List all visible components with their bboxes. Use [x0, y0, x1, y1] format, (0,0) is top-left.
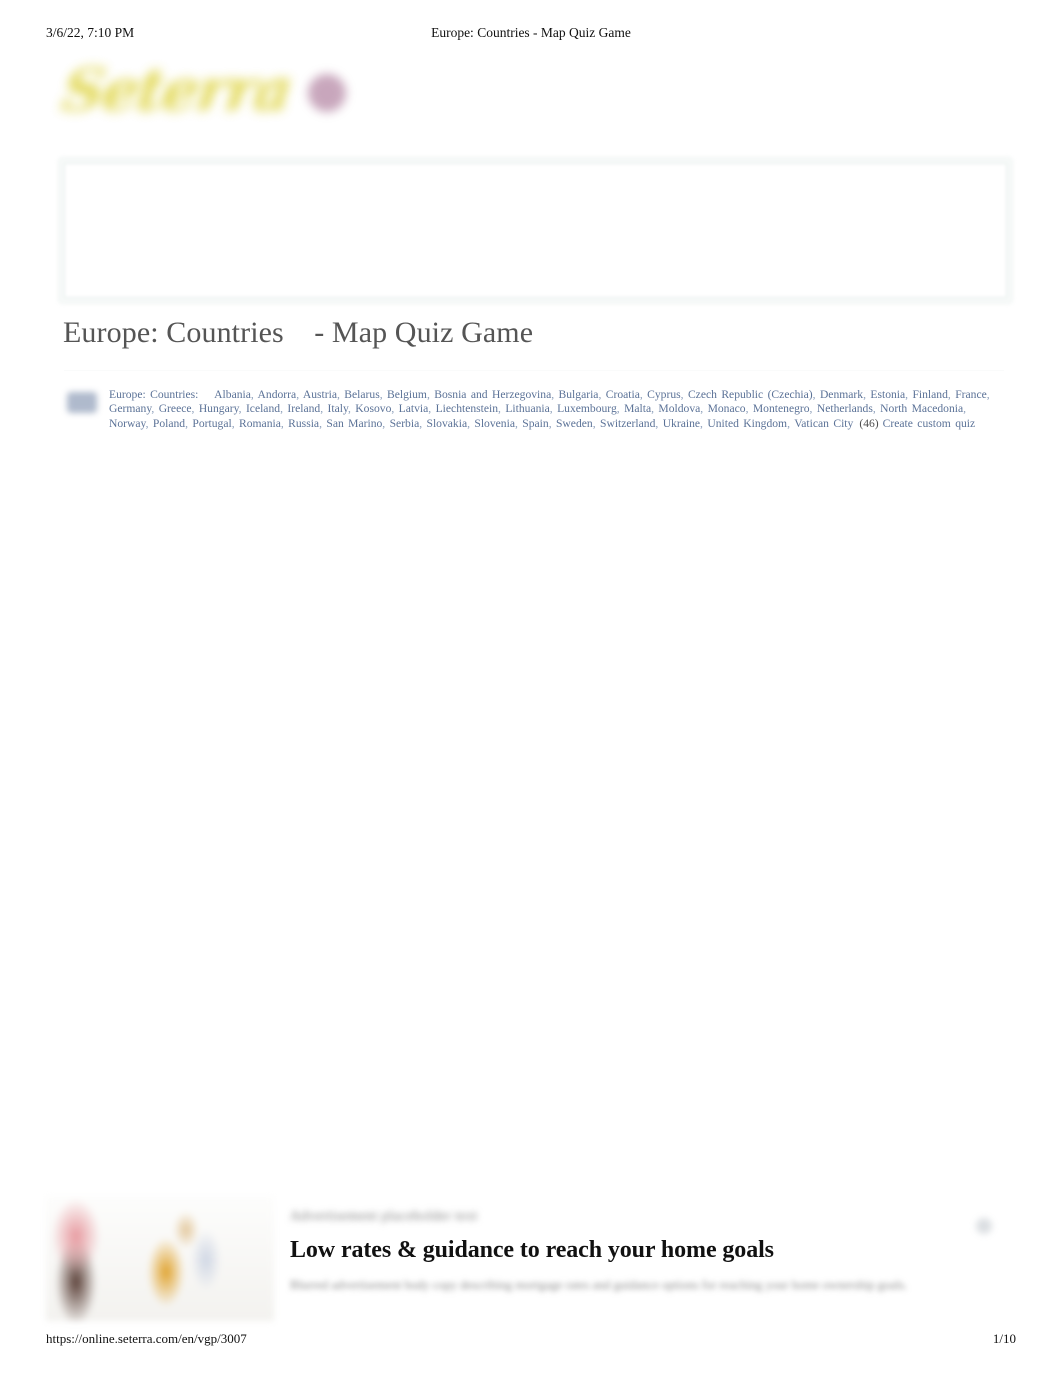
country-separator: , [548, 416, 556, 430]
country-link[interactable]: Estonia [870, 388, 905, 401]
country-link[interactable]: Hungary [199, 402, 239, 415]
country-link[interactable]: Ireland [287, 402, 320, 415]
page-title: Europe: Countries - Map Quiz Game [63, 316, 534, 349]
country-separator: , [745, 402, 753, 416]
logo-badge-icon [308, 74, 347, 112]
country-count: (46) [859, 416, 879, 430]
ad-headline[interactable]: Low rates & guidance to reach your home … [290, 1237, 1016, 1264]
country-link[interactable]: Bosnia and Herzegovina [434, 388, 551, 401]
country-link[interactable]: Bulgaria [559, 388, 599, 401]
country-link[interactable]: Vatican City [794, 417, 853, 430]
top-banner-ad-slot[interactable] [64, 163, 1007, 298]
country-link[interactable]: Albania [214, 388, 251, 401]
country-link[interactable]: Montenegro [753, 402, 810, 415]
ad-description: Blurred advertisement body copy describi… [290, 1278, 908, 1292]
ad-eyebrow: Advertisement placeholder text [290, 1209, 478, 1224]
country-link[interactable]: Malta [624, 402, 651, 415]
country-link[interactable]: Sweden [556, 417, 593, 430]
print-header: 3/6/22, 7:10 PM Europe: Countries - Map … [0, 22, 1062, 44]
country-separator: , [379, 388, 388, 401]
country-separator: , [986, 388, 990, 401]
country-link[interactable]: Czech Republic (Czechia) [688, 388, 813, 401]
country-separator: , [963, 402, 967, 416]
country-link[interactable]: United Kingdom [707, 417, 787, 430]
country-link[interactable]: North Macedonia [880, 402, 963, 415]
ad-info-icon[interactable] [976, 1218, 992, 1234]
country-link[interactable]: San Marino [326, 417, 382, 430]
country-link[interactable]: Belgium [387, 388, 427, 401]
country-link[interactable]: Portugal [192, 417, 231, 430]
title-divider [64, 370, 1004, 371]
country-link[interactable]: Croatia [606, 388, 640, 401]
country-separator: , [151, 402, 159, 416]
country-list-label: Europe: Countries: [109, 388, 199, 401]
country-link[interactable]: Slovenia [474, 417, 515, 430]
country-link[interactable]: Moldova [658, 402, 700, 415]
country-link[interactable]: Lithuania [505, 402, 549, 415]
page-content: Seterra Europe: Countries - Map Quiz Gam… [0, 48, 1062, 1321]
country-link[interactable]: Luxembourg [557, 402, 617, 415]
ad-image [46, 1196, 274, 1321]
country-link[interactable]: Romania [239, 417, 281, 430]
country-link[interactable]: Denmark [820, 388, 863, 401]
country-separator: , [616, 402, 625, 416]
country-link[interactable]: Monaco [708, 402, 746, 415]
country-separator: , [680, 388, 688, 401]
country-links: Europe: Countries: Albania, Andorra, Aus… [109, 388, 1008, 431]
country-link[interactable]: Greece [159, 402, 192, 415]
map-canvas-region[interactable] [0, 448, 1062, 1148]
print-url: https://online.seterra.com/en/vgp/3007 [46, 1331, 247, 1346]
country-separator: , [391, 402, 399, 416]
country-link[interactable]: Slovakia [427, 417, 468, 430]
country-link[interactable]: Poland [153, 417, 185, 430]
print-page-number: 1/10 [992, 1331, 1016, 1346]
country-link[interactable]: Netherlands [817, 402, 873, 415]
country-separator: , [551, 388, 559, 401]
country-separator: , [655, 416, 663, 430]
country-link[interactable]: Liechtenstein [436, 402, 498, 415]
ad-body: Advertisement placeholder text Low rates… [274, 1196, 1016, 1295]
country-link[interactable]: Latvia [399, 402, 429, 415]
country-separator: , [419, 416, 427, 430]
country-link[interactable]: Cyprus [647, 388, 681, 401]
seterra-wordmark: Seterra [58, 56, 295, 124]
print-footer: https://online.seterra.com/en/vgp/3007 1… [0, 1331, 1062, 1351]
country-separator: , [812, 388, 820, 401]
country-link[interactable]: Finland [912, 388, 947, 401]
country-separator: , [382, 416, 390, 430]
country-link[interactable]: Serbia [390, 417, 420, 430]
country-link[interactable]: Belarus [344, 388, 379, 401]
europe-flag-icon [67, 392, 97, 413]
country-separator: , [145, 416, 153, 430]
country-separator: , [700, 402, 708, 416]
country-link[interactable]: Austria [303, 388, 337, 401]
country-link[interactable]: Spain [522, 417, 548, 430]
country-separator: , [238, 402, 246, 416]
country-separator: , [231, 416, 239, 430]
country-link[interactable]: Ukraine [663, 417, 700, 430]
site-logo[interactable]: Seterra [58, 56, 347, 124]
country-separator: , [191, 402, 199, 416]
country-link[interactable]: Italy [328, 402, 349, 415]
country-list-block: Europe: Countries: Albania, Andorra, Aus… [63, 388, 1008, 431]
country-link[interactable]: Andorra [258, 388, 297, 401]
country-separator: , [592, 416, 600, 430]
country-separator: , [296, 388, 303, 401]
country-separator: , [428, 402, 436, 416]
country-separator: , [250, 388, 258, 401]
create-custom-quiz-link[interactable]: Create custom quiz [883, 417, 976, 430]
print-document-title: Europe: Countries - Map Quiz Game [431, 25, 631, 40]
country-separator: , [320, 402, 328, 416]
country-link[interactable]: Norway [109, 417, 146, 430]
country-separator: , [598, 388, 606, 401]
country-link[interactable]: Switzerland [600, 417, 655, 430]
bottom-ad[interactable]: Advertisement placeholder text Low rates… [46, 1196, 1016, 1321]
country-link[interactable]: France [955, 388, 987, 401]
country-separator: , [809, 402, 817, 416]
country-link[interactable]: Russia [288, 417, 319, 430]
country-link[interactable]: Kosovo [355, 402, 391, 415]
country-link[interactable]: Germany [109, 402, 151, 415]
country-separator: , [549, 402, 558, 416]
country-link[interactable]: Iceland [246, 402, 280, 415]
